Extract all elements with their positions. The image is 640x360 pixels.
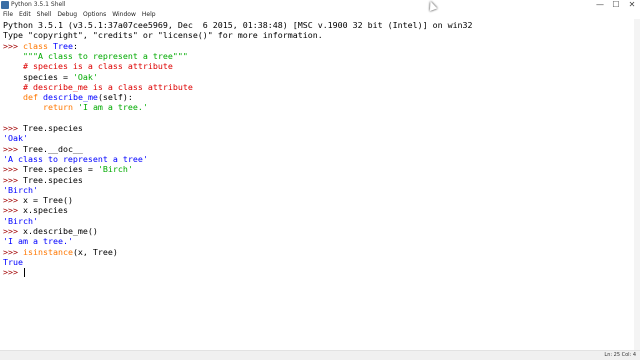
prompt: >>>	[3, 246, 23, 257]
vertical-scrollbar[interactable]	[634, 19, 640, 351]
output-line: True	[3, 256, 23, 267]
shell-text-area[interactable]: Python 3.5.1 (v3.5.1:37a07cee5969, Dec 6…	[0, 19, 634, 351]
input-line: def describe_me(self):	[22, 92, 133, 103]
input-line: return 'I am a tree.'	[42, 102, 148, 113]
cursor-position: Ln: 25 Col: 4	[604, 352, 636, 358]
input-line: >>> class Tree:	[3, 40, 78, 51]
title-bar: Python 3.5.1 Shell — ☐ ✕	[0, 0, 640, 10]
status-bar: Ln: 25 Col: 4	[0, 350, 640, 360]
input-line: >>> isinstance(x, Tree)	[3, 246, 118, 257]
menu-edit[interactable]: Edit	[16, 10, 34, 19]
prompt: >>>	[3, 195, 23, 206]
prompt: >>>	[3, 143, 23, 154]
menu-options[interactable]: Options	[80, 10, 109, 19]
input-line: >>> x = Tree()	[3, 195, 73, 206]
window-title: Python 3.5.1 Shell	[11, 1, 66, 8]
input-line: >>> x.describe_me()	[3, 226, 98, 236]
output-line: 'I am a tree.'	[3, 236, 73, 247]
banner-line: Python 3.5.1 (v3.5.1:37a07cee5969, Dec 6…	[3, 20, 473, 30]
close-button[interactable]: ✕	[624, 0, 640, 10]
minimize-button[interactable]: —	[592, 0, 608, 10]
menu-file[interactable]: File	[0, 10, 16, 19]
output-line: 'Birch'	[3, 184, 38, 195]
input-line: >>> Tree.__doc__	[3, 143, 83, 154]
prompt: >>>	[3, 174, 23, 185]
input-line: >>> Tree.species	[3, 174, 83, 185]
input-line: >>> Tree.species	[3, 123, 83, 133]
prompt: >>>	[3, 267, 23, 278]
input-line: species = 'Oak'	[3, 71, 98, 82]
window-controls: — ☐ ✕	[592, 0, 640, 10]
menu-window[interactable]: Window	[109, 10, 139, 19]
menu-help[interactable]: Help	[139, 10, 159, 19]
output-line: 'A class to represent a tree'	[3, 153, 148, 164]
text-cursor	[23, 268, 25, 278]
prompt: >>>	[3, 226, 23, 236]
prompt: >>>	[3, 205, 23, 216]
prompt: >>>	[3, 123, 23, 133]
menu-shell[interactable]: Shell	[34, 10, 55, 19]
banner-line: Type "copyright", "credits" or "license(…	[3, 30, 323, 41]
input-line: >>> x.species	[3, 205, 68, 216]
maximize-button[interactable]: ☐	[608, 0, 624, 10]
prompt: >>>	[3, 40, 23, 51]
output-line: 'Oak'	[3, 133, 28, 144]
menu-debug[interactable]: Debug	[54, 10, 80, 19]
input-line[interactable]: >>>	[3, 267, 25, 278]
input-line: # species is a class attribute	[3, 61, 173, 72]
input-line: >>> Tree.species = 'Birch'	[3, 164, 133, 175]
input-line: """A class to represent a tree"""	[3, 50, 188, 61]
input-line: # describe_me is a class attribute	[3, 81, 193, 92]
python-icon	[1, 1, 9, 9]
output-line: 'Birch'	[3, 215, 38, 226]
prompt: >>>	[3, 164, 23, 175]
